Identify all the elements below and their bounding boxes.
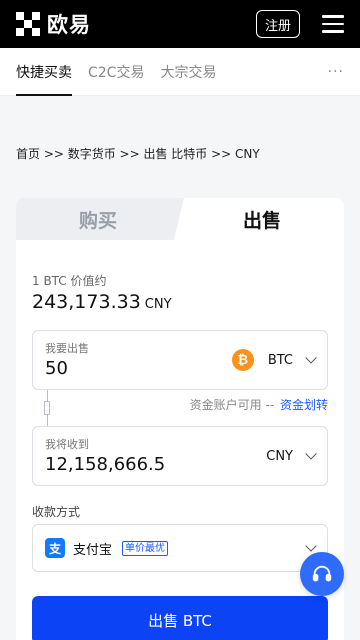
brand-name: 欧易 bbox=[47, 13, 91, 37]
breadcrumb: 首页 >> 数字货币 >> 出售 比特币 >> CNY bbox=[16, 147, 260, 161]
alipay-icon: 支 bbox=[45, 538, 65, 558]
trade-card: 购买 出售 1 BTC 价值约 243,173.33 CNY 我要出售 50 ₿ … bbox=[16, 198, 344, 640]
more-options-icon[interactable]: ··· bbox=[328, 64, 344, 80]
payment-method-label: 收款方式 bbox=[32, 505, 81, 519]
tab-c2c[interactable]: C2C交易 bbox=[88, 48, 144, 96]
receive-currency-selector[interactable]: CNY bbox=[266, 427, 317, 485]
price-value: 243,173.33 CNY bbox=[32, 291, 172, 313]
receive-amount-input[interactable]: 12,158,666.5 bbox=[45, 454, 165, 475]
tab-block-trade[interactable]: 大宗交易 bbox=[160, 48, 216, 96]
payment-method-selector[interactable]: 支 支付宝 单价最优 bbox=[32, 524, 328, 572]
sub-navigation: 快捷买卖 C2C交易 大宗交易 ··· bbox=[0, 48, 360, 96]
sell-amount-label: 我要出售 bbox=[45, 342, 89, 355]
price-currency: CNY bbox=[144, 297, 172, 312]
payment-method-name: 支付宝 bbox=[73, 542, 113, 558]
chevron-down-icon bbox=[305, 448, 317, 460]
price-amount: 243,173.33 bbox=[32, 291, 141, 313]
tab-sell[interactable]: 出售 bbox=[180, 198, 344, 240]
headset-icon bbox=[312, 565, 332, 582]
available-label: 资金账户可用 -- bbox=[189, 398, 275, 412]
sell-currency-selector[interactable]: ₿ BTC bbox=[231, 331, 317, 389]
okx-logo[interactable]: 欧易 bbox=[16, 9, 91, 39]
price-label: 1 BTC 价值约 bbox=[32, 274, 107, 288]
chevron-down-icon bbox=[305, 540, 317, 552]
register-button[interactable]: 注册 bbox=[255, 10, 300, 38]
available-balance: 资金账户可用 -- 资金划转 bbox=[190, 396, 328, 413]
hamburger-menu-icon[interactable] bbox=[322, 15, 344, 33]
receive-amount-field[interactable]: 我将收到 12,158,666.5 CNY bbox=[32, 426, 328, 486]
bitcoin-icon: ₿ bbox=[231, 349, 254, 371]
top-bar: 欧易 注册 bbox=[0, 0, 360, 48]
best-price-badge: 单价最优 bbox=[122, 540, 169, 556]
sell-amount-input[interactable]: 50 bbox=[45, 358, 68, 379]
okx-logo-mark-icon bbox=[16, 12, 40, 36]
transfer-link[interactable]: 资金划转 bbox=[280, 398, 328, 412]
receive-amount-label: 我将收到 bbox=[45, 438, 89, 451]
sell-currency-label: BTC bbox=[267, 352, 293, 368]
customer-support-button[interactable] bbox=[300, 552, 344, 596]
buy-sell-tabs: 购买 出售 bbox=[16, 198, 344, 240]
tab-buy[interactable]: 购买 bbox=[16, 198, 180, 240]
sell-btc-button[interactable]: 出售 BTC bbox=[32, 596, 328, 640]
tab-quick-trade[interactable]: 快捷买卖 bbox=[16, 48, 72, 96]
link-connector-icon bbox=[44, 390, 50, 426]
receive-currency-label: CNY bbox=[266, 448, 293, 464]
sell-amount-field[interactable]: 我要出售 50 ₿ BTC bbox=[32, 330, 328, 390]
chevron-down-icon bbox=[305, 352, 317, 364]
